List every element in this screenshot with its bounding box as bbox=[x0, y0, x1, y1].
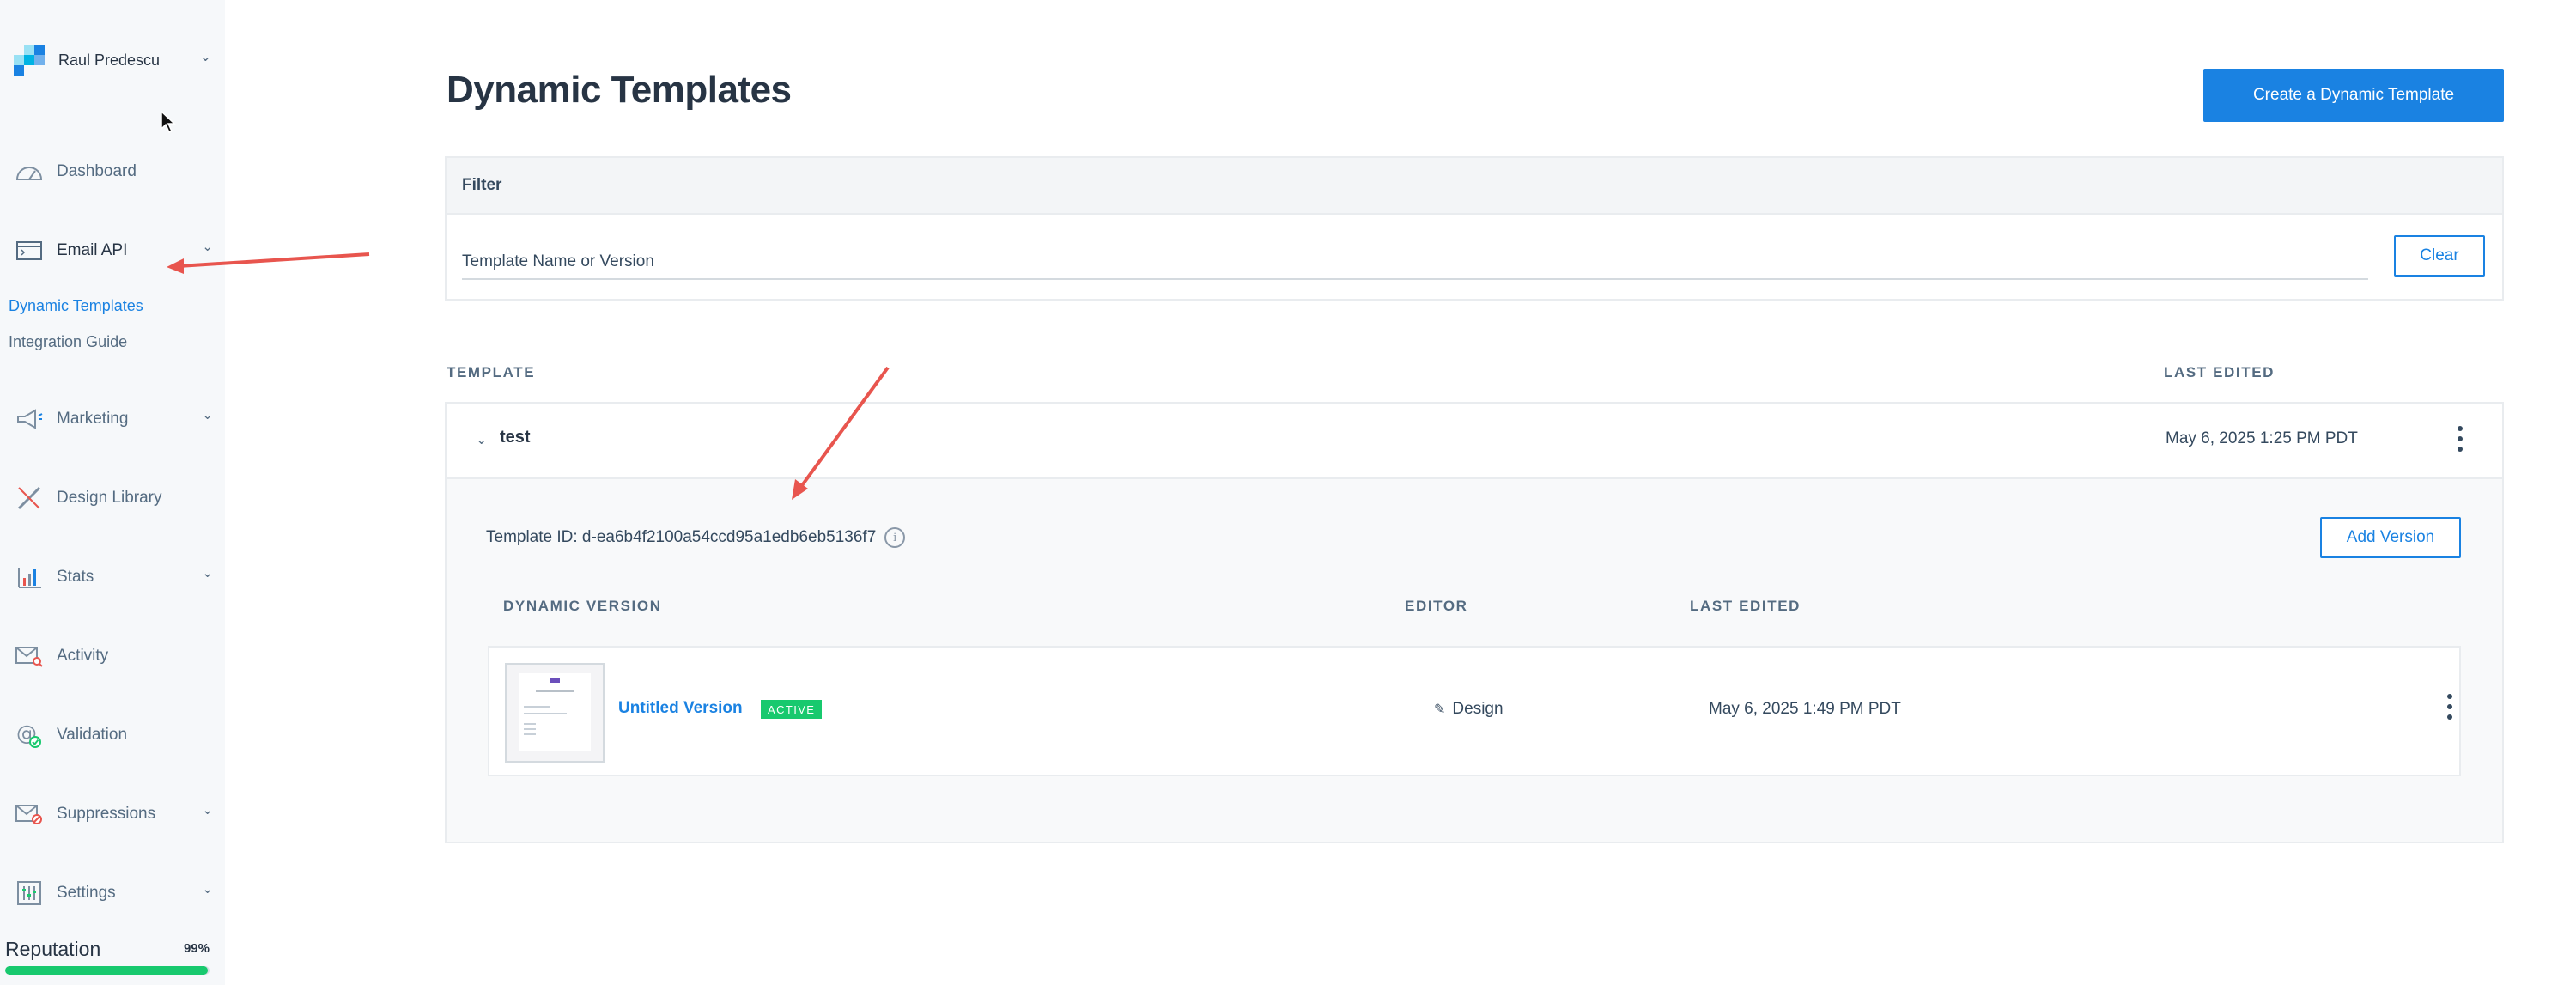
sendgrid-logo-icon bbox=[14, 44, 46, 76]
chevron-down-icon: ⌄ bbox=[202, 240, 213, 254]
template-row[interactable]: ⌄ test May 6, 2025 1:25 PM PDT bbox=[447, 404, 2502, 479]
sidebar-item-suppressions[interactable]: Suppressions ⌄ bbox=[14, 797, 213, 831]
create-dynamic-template-button[interactable]: Create a Dynamic Template bbox=[2203, 69, 2504, 122]
version-editor: ✎ Design bbox=[1434, 700, 1504, 719]
chevron-down-icon[interactable]: ⌄ bbox=[476, 431, 487, 448]
column-header-dynamic-version: DYNAMIC VERSION bbox=[503, 598, 662, 614]
envelope-search-icon bbox=[14, 641, 45, 672]
template-name[interactable]: test bbox=[500, 428, 531, 447]
account-name: Raul Predescu bbox=[58, 51, 161, 69]
clear-button[interactable]: Clear bbox=[2394, 235, 2485, 277]
chevron-down-icon: ⌄ bbox=[199, 50, 211, 64]
sidebar: Raul Predescu ⌄ Dashboard Email API ⌄ Dy… bbox=[0, 0, 225, 985]
page-title: Dynamic Templates bbox=[447, 69, 792, 111]
sidebar-item-label: Dashboard bbox=[57, 162, 137, 180]
version-thumbnail[interactable] bbox=[505, 663, 605, 763]
version-editor-label: Design bbox=[1452, 700, 1504, 718]
sidebar-item-validation[interactable]: @ Validation bbox=[14, 718, 213, 752]
speedometer-icon bbox=[14, 156, 45, 187]
chevron-down-icon: ⌄ bbox=[202, 408, 213, 423]
reputation-label: Reputation bbox=[5, 938, 101, 960]
sidebar-item-label: Marketing bbox=[57, 410, 129, 428]
pencil-ruler-icon bbox=[14, 483, 45, 514]
pencil-icon: ✎ bbox=[1434, 702, 1446, 717]
version-row[interactable]: Untitled Version ACTIVE ✎ Design May 6, … bbox=[488, 646, 2461, 776]
reputation-meter: Reputation 99% bbox=[5, 938, 210, 975]
sliders-icon bbox=[14, 878, 45, 909]
envelope-block-icon bbox=[14, 799, 45, 830]
sidebar-item-label: Activity bbox=[57, 647, 109, 665]
sidebar-subitem-dynamic-templates[interactable]: Dynamic Templates bbox=[9, 297, 143, 315]
template-id: Template ID: d-ea6b4f2100a54ccd95a1edb6e… bbox=[486, 527, 906, 548]
column-header-editor: EDITOR bbox=[1405, 598, 1468, 614]
version-more-options-icon[interactable] bbox=[2445, 694, 2454, 720]
info-icon[interactable]: i bbox=[884, 527, 906, 548]
sidebar-item-label: Suppressions bbox=[57, 805, 156, 823]
add-version-button[interactable]: Add Version bbox=[2320, 517, 2461, 558]
chevron-down-icon: ⌄ bbox=[202, 882, 213, 897]
template-last-edited: May 6, 2025 1:25 PM PDT bbox=[2166, 429, 2358, 447]
template-more-options-icon[interactable] bbox=[2456, 426, 2464, 452]
account-switcher[interactable]: Raul Predescu ⌄ bbox=[14, 43, 211, 77]
version-last-edited: May 6, 2025 1:49 PM PDT bbox=[1709, 700, 1901, 718]
chevron-down-icon: ⌄ bbox=[202, 566, 213, 581]
column-header-template: TEMPLATE bbox=[447, 364, 536, 380]
template-search-input[interactable] bbox=[462, 246, 2368, 280]
filter-heading: Filter bbox=[447, 158, 2502, 215]
reputation-bar bbox=[5, 966, 210, 975]
chevron-down-icon: ⌄ bbox=[202, 803, 213, 818]
sidebar-item-label: Design Library bbox=[57, 489, 162, 507]
sidebar-item-label: Stats bbox=[57, 568, 94, 586]
template-card: ⌄ test May 6, 2025 1:25 PM PDT Template … bbox=[445, 402, 2504, 843]
sidebar-item-dashboard[interactable]: Dashboard bbox=[14, 155, 213, 189]
column-header-version-last-edited: LAST EDITED bbox=[1690, 598, 1801, 614]
sidebar-item-label: Validation bbox=[57, 726, 128, 744]
sidebar-item-marketing[interactable]: Marketing ⌄ bbox=[14, 402, 213, 436]
reputation-bar-fill bbox=[5, 966, 208, 975]
status-badge: ACTIVE bbox=[761, 700, 823, 719]
sidebar-item-label: Email API bbox=[57, 241, 128, 259]
megaphone-icon bbox=[14, 404, 45, 435]
sidebar-item-email-api[interactable]: Email API ⌄ bbox=[14, 234, 213, 268]
sidebar-subitem-integration-guide[interactable]: Integration Guide bbox=[9, 333, 127, 351]
filter-panel: Filter Clear bbox=[445, 156, 2504, 301]
at-check-icon: @ bbox=[14, 720, 45, 751]
sidebar-item-activity[interactable]: Activity bbox=[14, 639, 213, 673]
sidebar-item-settings[interactable]: Settings ⌄ bbox=[14, 876, 213, 910]
version-name-link[interactable]: Untitled Version bbox=[618, 699, 743, 718]
terminal-window-icon bbox=[14, 235, 45, 266]
sidebar-item-label: Settings bbox=[57, 884, 116, 902]
sidebar-item-stats[interactable]: Stats ⌄ bbox=[14, 560, 213, 594]
bar-chart-icon bbox=[14, 562, 45, 593]
reputation-value: 99% bbox=[183, 941, 210, 956]
thumbnail-preview bbox=[519, 673, 591, 751]
mouse-cursor-icon bbox=[161, 110, 176, 134]
column-header-last-edited: LAST EDITED bbox=[2164, 364, 2275, 380]
sidebar-item-design-library[interactable]: Design Library bbox=[14, 481, 213, 515]
template-id-text: Template ID: d-ea6b4f2100a54ccd95a1edb6e… bbox=[486, 528, 877, 546]
